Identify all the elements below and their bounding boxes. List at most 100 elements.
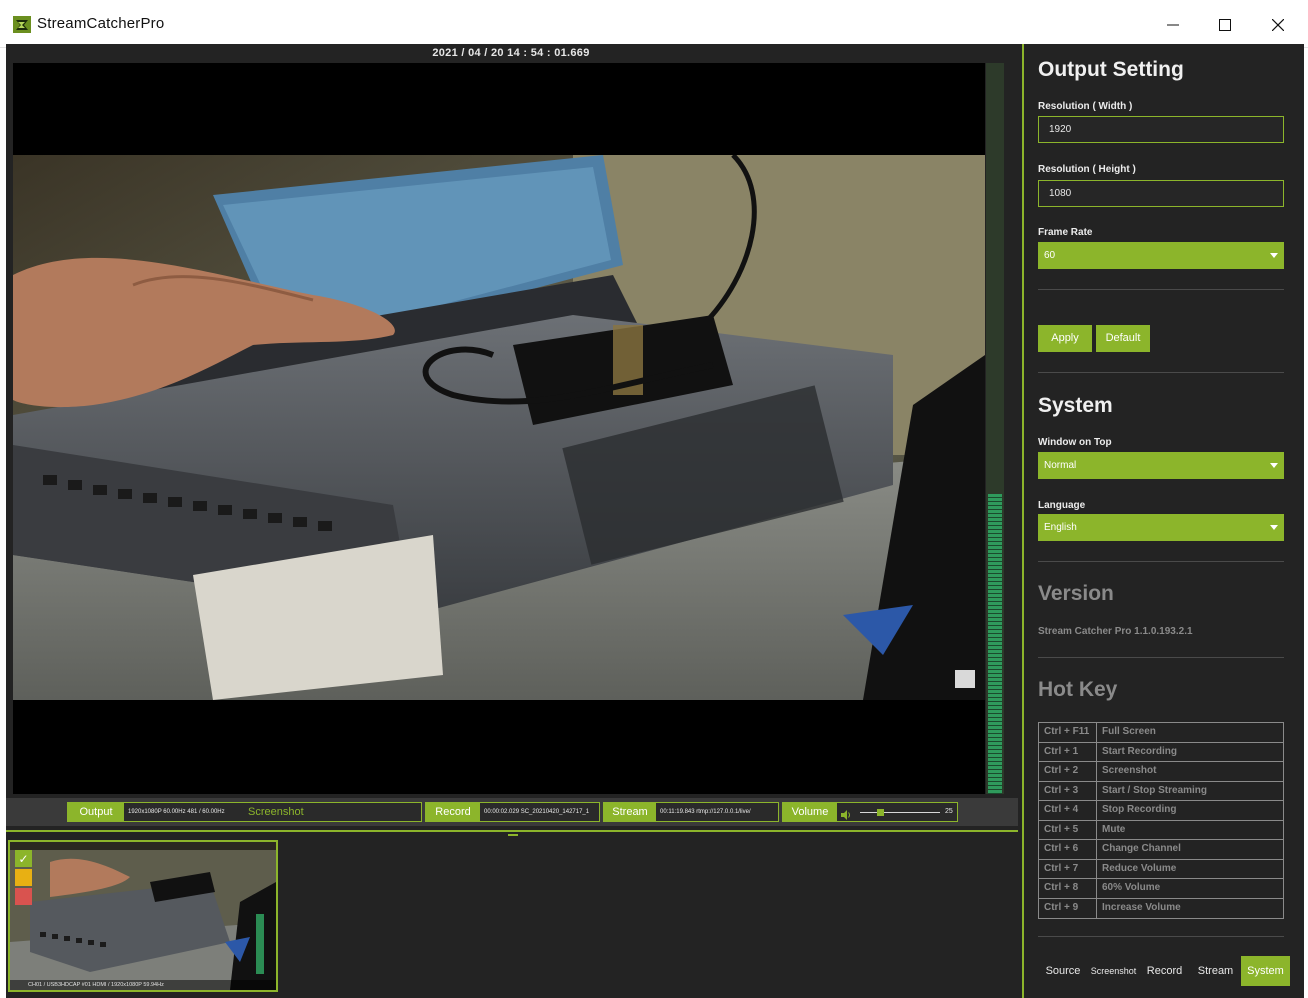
hotkey-action: Stop Recording — [1102, 804, 1177, 815]
splitter-handle[interactable] — [508, 834, 518, 836]
tab-record[interactable]: Record — [1139, 956, 1190, 986]
width-input[interactable]: 1920 — [1038, 116, 1284, 143]
hotkey-action: Mute — [1102, 823, 1126, 835]
maximize-button[interactable] — [1202, 8, 1248, 42]
window-on-top-label: Window on Top — [1038, 437, 1112, 448]
window-on-top-value: Normal — [1044, 460, 1077, 471]
maximize-icon — [1219, 19, 1231, 31]
width-label: Resolution ( Width ) — [1038, 101, 1133, 112]
video-frame — [13, 155, 985, 700]
hotkey-action: Screenshot — [1102, 765, 1157, 776]
volume-slider-knob[interactable] — [877, 809, 884, 816]
close-icon — [1272, 19, 1284, 31]
hotkey-action: Reduce Volume — [1102, 862, 1177, 874]
hotkey-row: Ctrl + 9 Increase Volume — [1039, 898, 1283, 918]
language-value: English — [1044, 522, 1077, 533]
chevron-down-icon — [1270, 463, 1278, 468]
channel-record-indicator — [15, 869, 32, 886]
chevron-down-icon — [1270, 525, 1278, 530]
volume-label[interactable]: Volume — [783, 803, 837, 821]
language-label: Language — [1038, 500, 1086, 511]
framerate-select[interactable]: 60 — [1038, 242, 1284, 269]
language-select[interactable]: English — [1038, 514, 1284, 541]
preview-divider — [6, 830, 1018, 832]
settings-panel: Output Setting Resolution ( Width ) 1920… — [1024, 44, 1304, 998]
title-bar: StreamCatcherPro — [0, 0, 1308, 48]
version-text: Stream Catcher Pro 1.1.0.193.2.1 — [1038, 626, 1193, 637]
stream-info: 00:11:19.843 rtmp://127.0.0.1/live/ — [660, 809, 751, 815]
hotkey-action: Start / Stop Streaming — [1102, 784, 1208, 796]
hotkey-action: Start Recording — [1102, 745, 1178, 757]
default-button[interactable]: Default — [1096, 325, 1150, 352]
hotkey-table: Ctrl + F11 Full Screen Ctrl + 1 Start Reco… — [1038, 722, 1284, 919]
audio-meter-level — [988, 494, 1002, 794]
main-area: 2021 / 04 / 20 14 : 54 : 01.669 Output 1… — [6, 44, 1304, 998]
output-setting-title: Output Setting — [1038, 58, 1184, 81]
apply-button[interactable]: Apply — [1038, 325, 1092, 352]
volume-status: Volume 25 — [782, 802, 958, 822]
channel-preview-image — [10, 842, 276, 990]
channel-thumbnail[interactable]: ✓ CH01 / USB3HDCAP #01 HDMI / 1920x1080P… — [8, 840, 278, 992]
system-title: System — [1038, 394, 1113, 417]
volume-slider-track[interactable] — [860, 812, 940, 813]
record-label[interactable]: Record — [426, 803, 480, 821]
stream-status: Stream 00:11:19.843 rtmp://127.0.0.1/liv… — [603, 802, 779, 822]
hotkey-key: Ctrl + 3 — [1039, 781, 1097, 800]
tab-source[interactable]: Source — [1038, 956, 1088, 986]
channel-status-indicators: ✓ — [15, 850, 33, 907]
height-label: Resolution ( Height ) — [1038, 164, 1136, 175]
height-input[interactable]: 1080 — [1038, 180, 1284, 207]
record-status: Record 00:00:02.029 SC_20210420_142717_1 — [425, 802, 600, 822]
hotkey-key: Ctrl + 2 — [1039, 762, 1097, 781]
divider — [1038, 657, 1284, 658]
volume-value: 25 — [945, 808, 953, 815]
video-preview[interactable] — [13, 63, 985, 794]
output-status: Output 1920x1080P 60.00Hz 481 / 60.00Hz … — [67, 802, 422, 822]
output-info: 1920x1080P 60.00Hz 481 / 60.00Hz — [128, 809, 225, 815]
hotkey-row: Ctrl + 2 Screenshot — [1039, 762, 1283, 782]
status-bar: Output 1920x1080P 60.00Hz 481 / 60.00Hz … — [6, 798, 1018, 826]
channel-selected-check-icon[interactable]: ✓ — [15, 850, 32, 867]
hotkey-key: Ctrl + F11 — [1039, 723, 1097, 742]
hotkey-title: Hot Key — [1038, 678, 1118, 701]
minimize-icon — [1167, 24, 1179, 26]
hotkey-row: Ctrl + 5 Mute — [1039, 820, 1283, 840]
version-title: Version — [1038, 582, 1114, 605]
framerate-label: Frame Rate — [1038, 227, 1093, 238]
divider — [1038, 289, 1284, 290]
hotkey-key: Ctrl + 7 — [1039, 859, 1097, 878]
tab-system[interactable]: System — [1241, 956, 1290, 986]
framerate-value: 60 — [1044, 250, 1056, 261]
window-title: StreamCatcherPro — [37, 15, 165, 32]
stream-label[interactable]: Stream — [604, 803, 656, 821]
hotkey-action: 60% Volume — [1102, 882, 1161, 893]
hotkey-key: Ctrl + 5 — [1039, 820, 1097, 839]
hotkey-row: Ctrl + 6 Change Channel — [1039, 840, 1283, 860]
divider — [1038, 561, 1284, 562]
channel-stream-indicator — [15, 888, 32, 905]
hotkey-key: Ctrl + 8 — [1039, 879, 1097, 898]
output-label: Output — [68, 803, 124, 821]
screenshot-status[interactable]: Screenshot — [248, 803, 308, 821]
close-button[interactable] — [1255, 8, 1301, 42]
hotkey-row: Ctrl + 3 Start / Stop Streaming — [1039, 781, 1283, 801]
hotkey-key: Ctrl + 1 — [1039, 742, 1097, 761]
tab-stream[interactable]: Stream — [1190, 956, 1241, 986]
bottom-tabs: Source Screenshot Record Stream System — [1038, 956, 1294, 986]
streamcatcher-logo-icon — [13, 16, 31, 33]
hotkey-row: Ctrl + 4 Stop Recording — [1039, 801, 1283, 821]
chevron-down-icon — [1270, 253, 1278, 258]
hotkey-row: Ctrl + 8 60% Volume — [1039, 879, 1283, 899]
speaker-icon[interactable] — [841, 807, 852, 825]
channel-caption: CH01 / USB3HDCAP #01 HDMI / 1920x1080P 5… — [10, 980, 276, 990]
preview-timestamp: 2021 / 04 / 20 14 : 54 : 01.669 — [432, 47, 590, 59]
divider — [1038, 372, 1284, 373]
tab-screenshot[interactable]: Screenshot — [1088, 956, 1139, 986]
hotkey-action: Change Channel — [1102, 843, 1181, 854]
hotkey-row: Ctrl + 1 Start Recording — [1039, 742, 1283, 762]
hotkey-row: Ctrl + 7 Reduce Volume — [1039, 859, 1283, 879]
hotkey-key: Ctrl + 4 — [1039, 801, 1097, 820]
record-info: 00:00:02.029 SC_20210420_142717_1 — [484, 809, 590, 815]
minimize-button[interactable] — [1150, 8, 1196, 42]
window-on-top-select[interactable]: Normal — [1038, 452, 1284, 479]
